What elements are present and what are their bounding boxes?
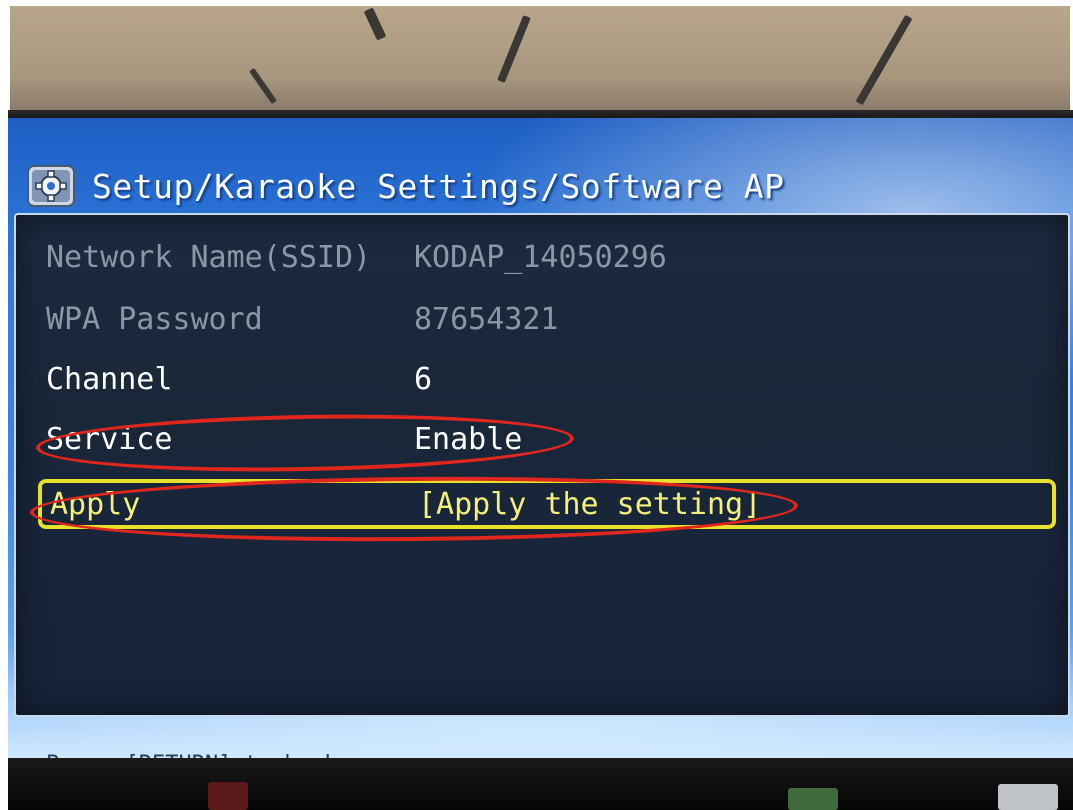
row-value: 87654321 — [414, 301, 559, 337]
row-label: Service — [46, 421, 173, 457]
row-label: Network Name(SSID) — [46, 239, 372, 275]
row-value: [Apply the setting] — [418, 486, 762, 522]
wall-mark — [249, 67, 277, 105]
gear-icon — [27, 165, 75, 207]
row-apply[interactable]: Apply [Apply the setting] — [38, 479, 1056, 529]
row-network-name: Network Name(SSID) KODAP_14050296 — [46, 229, 1056, 285]
row-wpa-password: WPA Password 87654321 — [46, 291, 1056, 347]
row-value: Enable — [414, 421, 523, 457]
floor-object — [208, 782, 248, 810]
tv-bezel-bottom — [8, 758, 1073, 810]
wall-mark — [855, 14, 913, 106]
page-title: Setup/Karaoke Settings/Software AP — [92, 166, 785, 206]
floor-object — [788, 788, 838, 810]
tv-screen: Setup/Karaoke Settings/Software AP Netwo… — [8, 118, 1073, 777]
settings-panel: Network Name(SSID) KODAP_14050296 WPA Pa… — [14, 213, 1070, 777]
row-value: 6 — [414, 361, 433, 397]
title-bar: Setup/Karaoke Settings/Software AP — [26, 156, 785, 216]
row-label: WPA Password — [46, 301, 263, 337]
row-label: Apply — [50, 486, 141, 522]
wall-background — [10, 6, 1070, 124]
row-label: Channel — [46, 361, 173, 397]
row-channel[interactable]: Channel 6 — [46, 351, 1056, 407]
row-service[interactable]: Service Enable — [46, 411, 1056, 467]
wall-mark — [363, 7, 387, 41]
photo-scene: Setup/Karaoke Settings/Software AP Netwo… — [0, 0, 1073, 810]
wall-mark — [497, 15, 531, 83]
row-value: KODAP_14050296 — [414, 239, 667, 275]
floor-object — [998, 784, 1058, 810]
